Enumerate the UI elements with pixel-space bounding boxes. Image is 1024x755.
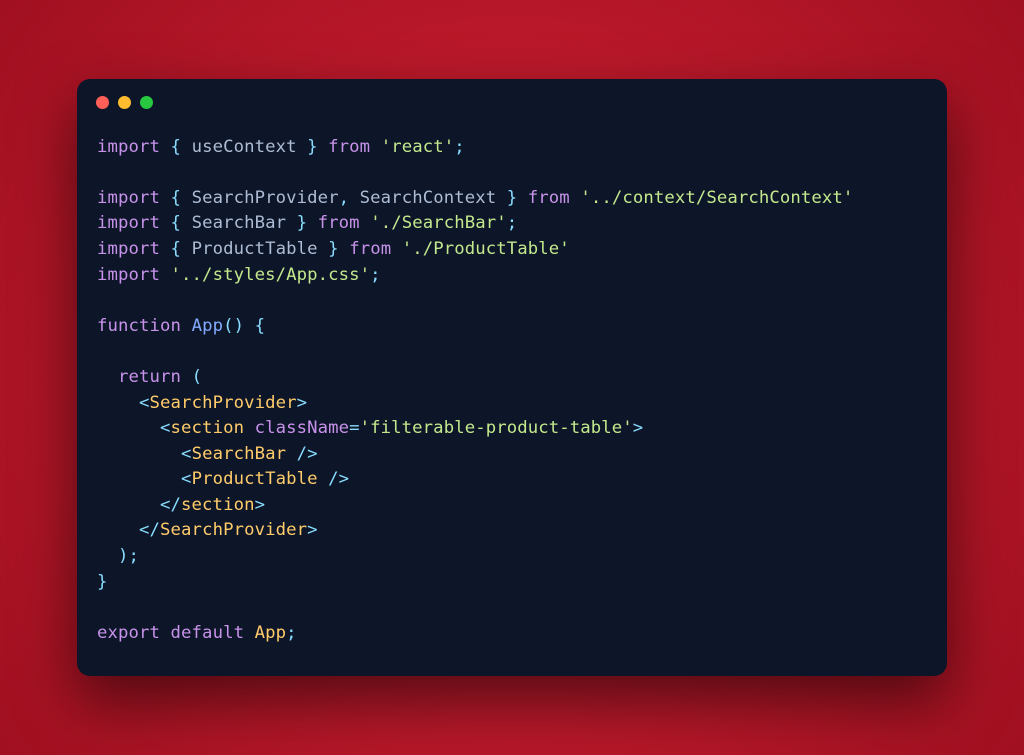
close-icon[interactable] [96, 96, 109, 109]
maximize-icon[interactable] [140, 96, 153, 109]
window-titlebar [77, 79, 947, 117]
minimize-icon[interactable] [118, 96, 131, 109]
code-content: import { useContext } from 'react'; impo… [77, 117, 947, 677]
code-window: import { useContext } from 'react'; impo… [77, 79, 947, 677]
